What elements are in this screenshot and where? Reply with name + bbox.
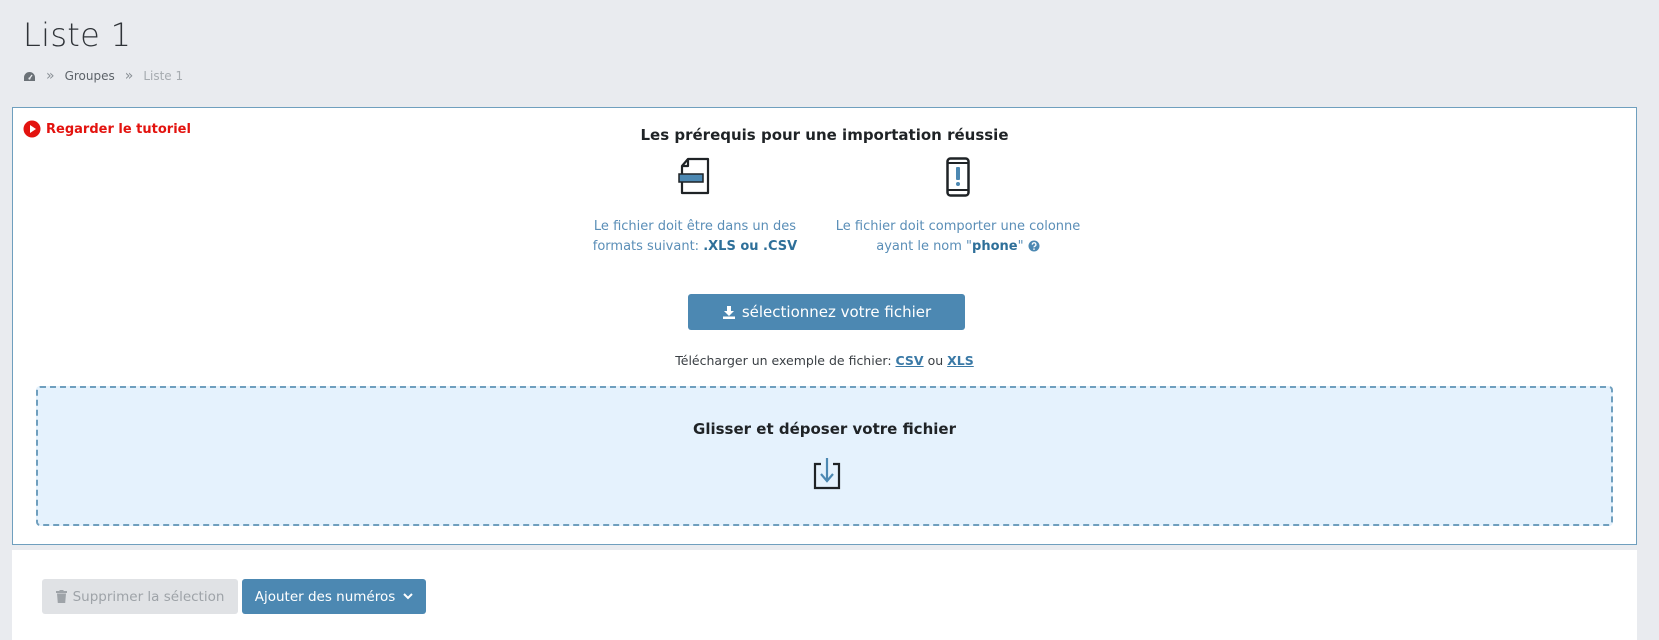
- prereq-title: Les prérequis pour une importation réuss…: [640, 126, 1009, 144]
- breadcrumb-item-groupes[interactable]: Groupes: [65, 69, 115, 83]
- example-xls-link[interactable]: XLS: [947, 353, 974, 368]
- breadcrumb-item-current: Liste 1: [143, 69, 184, 83]
- add-numbers-label: Ajouter des numéros: [254, 588, 396, 605]
- example-or: ou: [923, 353, 948, 368]
- requirement-phone-column: Le fichier doit comporter une colonne ay…: [833, 157, 1083, 257]
- example-download-line: Télécharger un exemple de fichier: CSV o…: [13, 353, 1636, 368]
- file-icon: [678, 157, 710, 195]
- drop-download-icon: [813, 458, 841, 490]
- dashboard-icon[interactable]: [23, 71, 36, 82]
- requirement-format: Le fichier doit être dans un des formats…: [585, 157, 805, 257]
- example-prefix: Télécharger un exemple de fichier:: [675, 353, 896, 368]
- req2-column-name: phone: [972, 239, 1018, 254]
- file-dropzone[interactable]: Glisser et déposer votre fichier: [36, 386, 1613, 526]
- trash-icon: [55, 590, 67, 603]
- chevron-down-icon: [403, 593, 413, 600]
- download-icon: [722, 306, 735, 319]
- req1-formats: .XLS ou .CSV: [703, 239, 798, 254]
- question-circle-icon[interactable]: [1028, 240, 1040, 252]
- dropzone-title: Glisser et déposer votre fichier: [693, 420, 956, 438]
- phone-alert-icon: [946, 157, 970, 197]
- breadcrumb-separator: »: [124, 68, 134, 84]
- delete-selection-label: Supprimer la sélection: [72, 588, 225, 605]
- actions-panel: Supprimer la sélection Ajouter des numér…: [12, 550, 1637, 640]
- import-panel: Regarder le tutoriel Les prérequis pour …: [12, 107, 1637, 545]
- example-csv-link[interactable]: CSV: [896, 353, 924, 368]
- select-file-button[interactable]: sélectionnez votre fichier: [688, 294, 965, 330]
- page-title: Liste 1: [23, 16, 132, 54]
- breadcrumb: » Groupes » Liste 1: [23, 68, 183, 84]
- add-numbers-button[interactable]: Ajouter des numéros: [242, 579, 426, 614]
- req2-text: Le fichier doit comporter une colonne ay…: [835, 219, 1081, 254]
- req2-text-end: ": [1017, 239, 1028, 254]
- breadcrumb-separator: »: [46, 68, 55, 84]
- select-file-label: sélectionnez votre fichier: [741, 303, 932, 321]
- delete-selection-button[interactable]: Supprimer la sélection: [42, 579, 238, 614]
